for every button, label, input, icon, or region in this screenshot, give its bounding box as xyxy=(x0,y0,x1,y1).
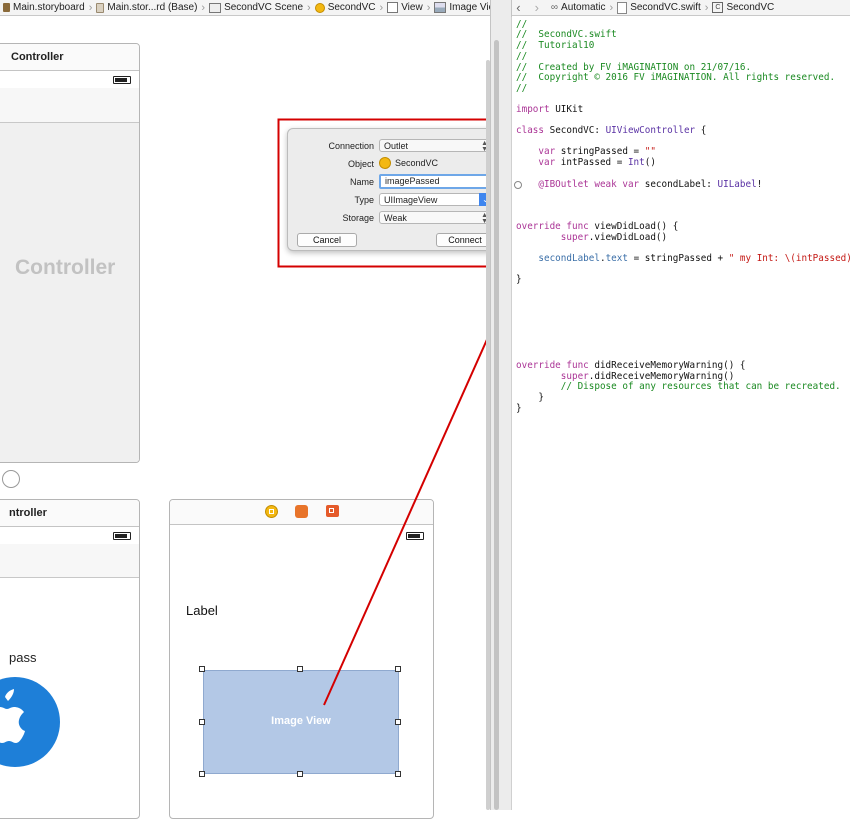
code-import: import UIKit xyxy=(516,104,584,115)
code-label-assignment: secondLabel.text = stringPassed + " my I… xyxy=(516,253,850,264)
code-close-brace: } xyxy=(516,274,522,285)
code-comment: // Dispose of any resources that can be … xyxy=(516,381,841,392)
code-var-int: var intPassed = Int() xyxy=(516,157,656,168)
code-memory-warning: override func didReceiveMemoryWarning() … xyxy=(516,360,746,371)
code-close-brace: } xyxy=(516,403,522,414)
code-comment: // Copyright © 2016 FV iMAGINATION. All … xyxy=(516,72,836,83)
code-close-brace: } xyxy=(516,392,544,403)
divider-scrollbar[interactable] xyxy=(494,40,499,810)
code-super-viewdidload: super.viewDidLoad() xyxy=(516,232,668,243)
code-comment: // SecondVC.swift xyxy=(516,29,617,40)
code-class-decl: class SecondVC: UIViewController { xyxy=(516,125,707,136)
code-var-string: var stringPassed = "" xyxy=(516,146,656,157)
code-comment: // xyxy=(516,51,528,62)
code-outlet: @IBOutlet weak var secondLabel: UILabel! xyxy=(516,179,763,190)
outlet-connection-dot[interactable] xyxy=(514,181,522,189)
code-comment: // xyxy=(516,83,528,94)
code-comment: // Tutorial10 xyxy=(516,40,595,51)
code-viewdidload: override func viewDidLoad() { xyxy=(516,221,679,232)
